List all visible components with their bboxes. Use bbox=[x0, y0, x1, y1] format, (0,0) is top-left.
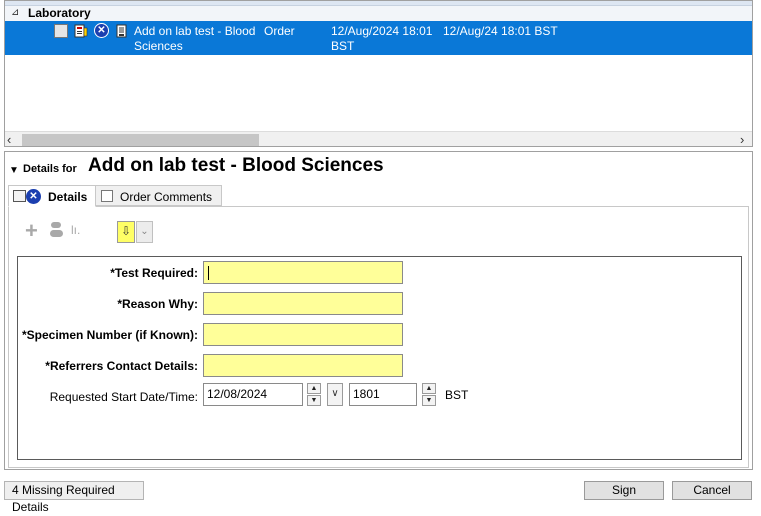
details-title: Add on lab test - Blood Sciences bbox=[88, 155, 384, 176]
start-time-input[interactable]: 1801 bbox=[349, 383, 417, 406]
test-required-field[interactable] bbox=[203, 261, 403, 284]
specimen-number-field[interactable] bbox=[203, 323, 403, 346]
order-details-form: *Test Required: *Reason Why: *Specimen N… bbox=[17, 256, 742, 460]
checkbox-icon[interactable] bbox=[54, 24, 68, 38]
missing-details-x-icon: ✕ bbox=[26, 189, 41, 204]
time-spin-up-icon[interactable]: ▲ bbox=[422, 383, 436, 394]
date-spinner[interactable]: ▲ ▼ bbox=[307, 383, 321, 406]
order-stop-cell: 12/Aug/24 18:01 BST bbox=[443, 24, 558, 38]
scroll-right-icon[interactable]: › bbox=[740, 132, 744, 146]
tab-details[interactable]: ✕ Details bbox=[8, 185, 96, 207]
tab-details-label: Details bbox=[48, 190, 88, 204]
time-spinner[interactable]: ▲ ▼ bbox=[422, 383, 436, 406]
time-spin-down-icon[interactable]: ▼ bbox=[422, 395, 436, 406]
start-date-input[interactable]: 12/08/2024 bbox=[203, 383, 303, 406]
horizontal-scrollbar[interactable]: ‹ › bbox=[5, 131, 752, 146]
tab-order-comments-label: Order Comments bbox=[120, 190, 213, 204]
medication-icon[interactable] bbox=[49, 221, 65, 239]
tab-order-comments[interactable]: Order Comments bbox=[96, 185, 222, 206]
order-sheet-icon bbox=[74, 24, 88, 38]
order-name-cell: Add on lab test - Blood Sciences bbox=[134, 24, 256, 53]
last-required-arrow-icon[interactable]: ⌄ bbox=[136, 221, 153, 243]
sign-button[interactable]: Sign bbox=[584, 481, 664, 500]
group-label: Laboratory bbox=[28, 6, 91, 20]
group-collapse-icon[interactable]: ⊿ bbox=[11, 7, 19, 18]
collapse-arrow-icon[interactable]: ▼ bbox=[9, 165, 19, 176]
group-row-laboratory[interactable]: ⊿ Laboratory bbox=[5, 6, 752, 21]
next-required-arrow-icon[interactable]: ⇩ bbox=[117, 221, 135, 243]
order-row-selected[interactable]: ✕ Add on lab test - Blood Sciences Order… bbox=[5, 21, 752, 55]
requested-start-label: Requested Start Date/Time: bbox=[49, 390, 198, 404]
date-spin-down-icon[interactable]: ▼ bbox=[307, 395, 321, 406]
results-chart-icon[interactable]: lı. bbox=[71, 223, 80, 237]
details-sheet-icon bbox=[13, 190, 26, 202]
document-icon bbox=[115, 24, 129, 38]
scroll-left-icon[interactable]: ‹ bbox=[7, 132, 11, 146]
details-panel: ▼ Details for Add on lab test - Blood Sc… bbox=[4, 151, 753, 470]
timezone-label: BST bbox=[445, 388, 469, 402]
order-start-cell: 12/Aug/2024 18:01 BST bbox=[331, 24, 433, 53]
test-required-label: *Test Required: bbox=[110, 266, 198, 280]
specimen-number-label: *Specimen Number (if Known): bbox=[21, 328, 198, 342]
comments-icon bbox=[101, 190, 113, 202]
add-icon[interactable]: + bbox=[25, 220, 38, 242]
orders-list-panel: ⊿ Laboratory ✕ Add on lab test - Blood S… bbox=[4, 0, 753, 147]
details-for-label: Details for bbox=[23, 163, 77, 175]
scroll-thumb[interactable] bbox=[22, 134, 259, 146]
reason-why-label: *Reason Why: bbox=[117, 297, 198, 311]
date-spin-up-icon[interactable]: ▲ bbox=[307, 383, 321, 394]
referrers-contact-field[interactable] bbox=[203, 354, 403, 377]
reason-why-field[interactable] bbox=[203, 292, 403, 315]
referrers-contact-label: *Referrers Contact Details: bbox=[45, 359, 198, 373]
status-x-icon: ✕ bbox=[94, 23, 109, 38]
order-type-cell: Order bbox=[264, 24, 295, 38]
text-caret bbox=[208, 266, 209, 280]
calendar-dropdown-icon[interactable]: ∨ bbox=[327, 383, 343, 406]
missing-required-details-button[interactable]: 4 Missing Required Details bbox=[4, 481, 144, 514]
details-tab-body: + lı. ⇩ ⌄ *Test Required: *Reason Why: *… bbox=[8, 206, 749, 468]
cancel-button[interactable]: Cancel bbox=[672, 481, 752, 500]
